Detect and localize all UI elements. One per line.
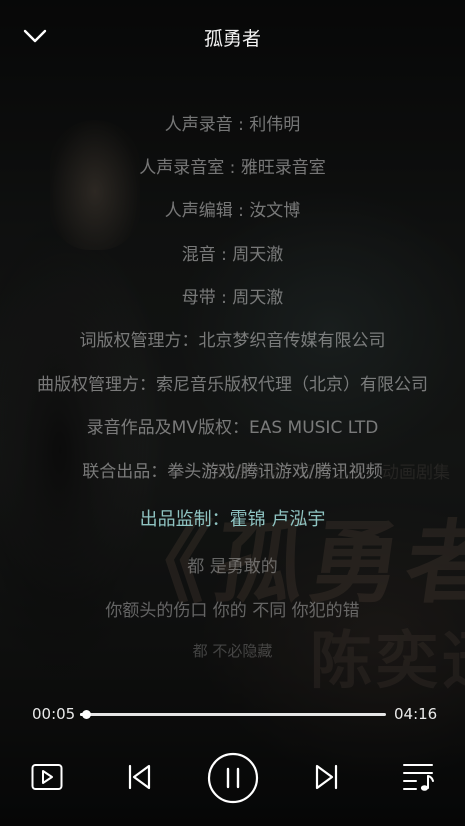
lyric-line[interactable]: 人声录音室 : 雅旺录音室 bbox=[0, 153, 465, 178]
playlist-icon[interactable] bbox=[402, 760, 436, 792]
lyric-line[interactable]: 都 不必隐藏 bbox=[0, 640, 465, 661]
lyric-line-active[interactable]: 出品监制：霍锦 卢泓宇 bbox=[0, 505, 465, 531]
video-play-icon[interactable] bbox=[30, 762, 64, 792]
lyric-line[interactable]: 人声编辑 : 汝文博 bbox=[0, 196, 465, 221]
lyric-line[interactable]: 都 是勇敢的 bbox=[0, 552, 465, 577]
skip-next-icon[interactable] bbox=[312, 762, 340, 792]
lyric-line[interactable]: 词版权管理方：北京梦织音传媒有限公司 bbox=[0, 326, 465, 351]
lyric-line[interactable]: 联合出品：拳头游戏/腾讯游戏/腾讯视频 bbox=[0, 457, 465, 482]
progress-bar[interactable] bbox=[80, 710, 386, 719]
lyric-line[interactable]: 录音作品及MV版权：EAS MUSIC LTD bbox=[0, 413, 465, 438]
lyric-line[interactable]: 混音 : 周天澈 bbox=[0, 240, 465, 265]
pause-icon[interactable] bbox=[207, 752, 259, 804]
player-header: 孤勇者 bbox=[0, 0, 465, 70]
current-time: 00:05 bbox=[32, 705, 76, 723]
lyric-line[interactable]: 曲版权管理方：索尼音乐版权代理（北京）有限公司 bbox=[0, 370, 465, 395]
total-time: 04:16 bbox=[394, 705, 438, 723]
playback-controls bbox=[0, 750, 465, 805]
lyric-line[interactable]: 你额头的伤口 你的 不同 你犯的错 bbox=[0, 596, 465, 621]
lyric-line[interactable]: 人声录音 : 利伟明 bbox=[0, 110, 465, 135]
skip-previous-icon[interactable] bbox=[126, 762, 154, 792]
lyric-line[interactable]: 母带 : 周天澈 bbox=[0, 283, 465, 308]
song-title: 孤勇者 bbox=[203, 28, 261, 50]
